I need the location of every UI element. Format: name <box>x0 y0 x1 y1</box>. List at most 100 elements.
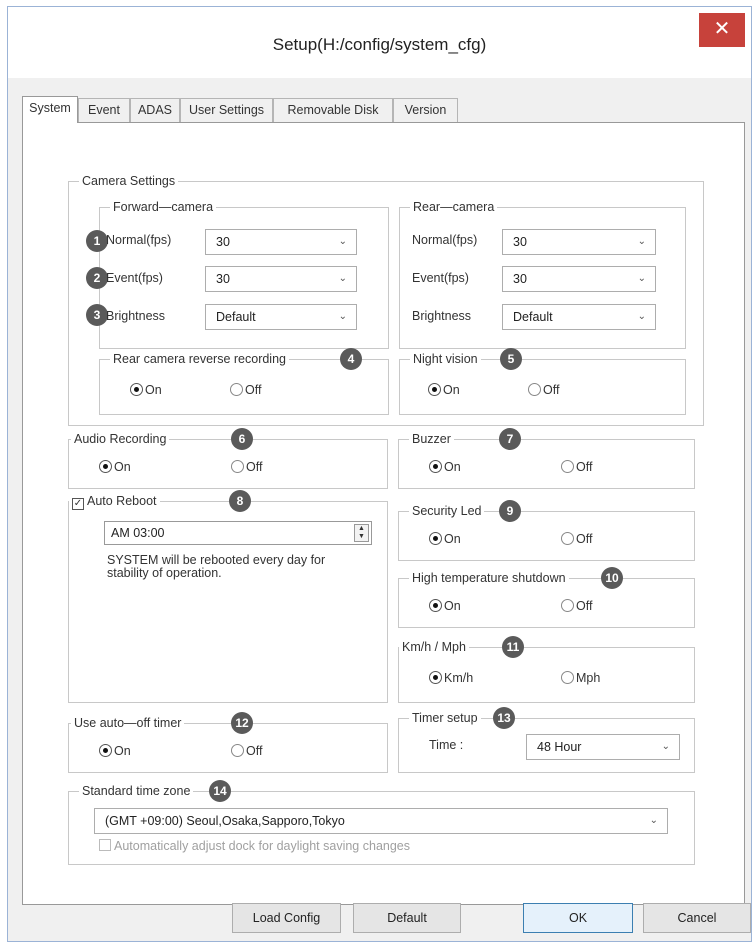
buzzer-on-radio[interactable]: On <box>429 460 461 474</box>
badge-14: 14 <box>209 780 231 802</box>
title-bar: Setup(H:/config/system_cfg) ✕ <box>8 7 751 78</box>
security-led-on-radio[interactable]: On <box>429 532 461 546</box>
badge-10: 10 <box>601 567 623 589</box>
forward-normal-fps-select[interactable]: 30 ⌄ <box>205 229 357 255</box>
time-zone-legend: Standard time zone <box>79 783 194 799</box>
badge-7: 7 <box>499 428 521 450</box>
dst-adjust-checkbox[interactable]: Automatically adjust dock for daylight s… <box>99 839 410 853</box>
night-vision-group: Night vision 5 On Off <box>399 348 686 415</box>
night-vision-off-radio[interactable]: Off <box>528 383 559 397</box>
tab-user-settings[interactable]: User Settings <box>180 98 273 122</box>
reboot-time-spinner[interactable]: AM 03:00 ▲ ▼ <box>104 521 372 545</box>
radio-selected-icon <box>429 599 442 612</box>
auto-off-on-radio[interactable]: On <box>99 744 131 758</box>
forward-event-fps-select[interactable]: 30 ⌄ <box>205 266 357 292</box>
tab-version[interactable]: Version <box>393 98 458 122</box>
tab-system[interactable]: System <box>22 96 78 123</box>
buzzer-legend: Buzzer <box>409 431 454 447</box>
rear-reverse-on-radio[interactable]: On <box>130 383 162 397</box>
high-temp-off-radio[interactable]: Off <box>561 599 592 613</box>
spin-up-icon: ▲ <box>358 525 365 532</box>
high-temp-on-radio[interactable]: On <box>429 599 461 613</box>
chevron-down-icon: ⌄ <box>637 236 646 247</box>
audio-recording-group: Audio Recording 6 On Off <box>68 428 388 489</box>
forward-brightness-label: Brightness <box>106 309 166 323</box>
rear-event-fps-select[interactable]: 30 ⌄ <box>502 266 656 292</box>
load-config-button[interactable]: Load Config <box>232 903 341 933</box>
forward-event-value: 30 <box>216 272 230 286</box>
close-icon: ✕ <box>713 18 731 40</box>
rear-event-value: 30 <box>513 272 527 286</box>
timer-time-label: Time : <box>429 738 464 752</box>
timer-hours-value: 48 Hour <box>537 740 582 754</box>
dst-adjust-label: Automatically adjust dock for daylight s… <box>114 839 410 853</box>
night-vision-legend: Night vision <box>410 351 481 367</box>
speed-mph-radio[interactable]: Mph <box>561 671 600 685</box>
security-led-off-radio[interactable]: Off <box>561 532 592 546</box>
auto-off-off-label: Off <box>246 744 263 758</box>
badge-11: 11 <box>502 636 524 658</box>
tab-removable-disk[interactable]: Removable Disk <box>273 98 393 122</box>
badge-12: 12 <box>231 712 253 734</box>
auto-reboot-note-line-2: stability of operation. <box>107 566 222 580</box>
chevron-down-icon: ⌄ <box>338 273 347 284</box>
auto-reboot-legend[interactable]: ✓ Auto Reboot <box>69 493 160 510</box>
auto-reboot-note: SYSTEM will be rebooted every day for st… <box>107 554 377 580</box>
auto-off-timer-group: Use auto—off timer 12 On Off <box>68 712 388 773</box>
speed-unit-group: Km/h / Mph 11 Km/h Mph <box>398 636 695 703</box>
rear-normal-fps-select[interactable]: 30 ⌄ <box>502 229 656 255</box>
reboot-time-value: AM 03:00 <box>111 526 165 540</box>
speed-kmh-radio[interactable]: Km/h <box>429 671 473 685</box>
audio-off-label: Off <box>246 460 263 474</box>
tab-adas[interactable]: ADAS <box>130 98 180 122</box>
default-button[interactable]: Default <box>353 903 461 933</box>
high-temp-off-label: Off <box>576 599 593 613</box>
auto-reboot-checkbox[interactable]: ✓ <box>72 498 84 510</box>
auto-off-off-radio[interactable]: Off <box>231 744 262 758</box>
buzzer-off-radio[interactable]: Off <box>561 460 592 474</box>
radio-selected-icon <box>429 532 442 545</box>
badge-8: 8 <box>229 490 251 512</box>
radio-selected-icon <box>428 383 441 396</box>
spinner-arrows-icon[interactable]: ▲ ▼ <box>354 524 369 542</box>
audio-off-radio[interactable]: Off <box>231 460 262 474</box>
time-zone-group: Standard time zone 14 (GMT +09:00) Seoul… <box>68 780 695 865</box>
buzzer-off-label: Off <box>576 460 593 474</box>
chevron-down-icon: ⌄ <box>661 741 670 752</box>
security-led-legend: Security Led <box>409 503 485 519</box>
ok-button[interactable]: OK <box>523 903 633 933</box>
rear-reverse-off-label: Off <box>245 383 262 397</box>
rear-reverse-off-radio[interactable]: Off <box>230 383 261 397</box>
badge-5: 5 <box>500 348 522 370</box>
close-button[interactable]: ✕ <box>699 13 745 47</box>
security-led-off-label: Off <box>576 532 593 546</box>
system-panel: Camera Settings Forward—camera 1 Normal(… <box>22 122 745 905</box>
timer-hours-select[interactable]: 48 Hour ⌄ <box>526 734 680 760</box>
buzzer-group: Buzzer 7 On Off <box>398 428 695 489</box>
auto-reboot-note-line-1: SYSTEM will be rebooted every day for <box>107 553 326 567</box>
forward-camera-group: Forward—camera 1 Normal(fps) 30 ⌄ 2 Event… <box>86 199 389 349</box>
radio-unselected-icon <box>561 532 574 545</box>
badge-13: 13 <box>493 707 515 729</box>
audio-on-radio[interactable]: On <box>99 460 131 474</box>
radio-unselected-icon <box>230 383 243 396</box>
unchecked-box-icon <box>99 839 111 851</box>
badge-1: 1 <box>86 230 108 252</box>
cancel-button[interactable]: Cancel <box>643 903 751 933</box>
high-temp-legend: High temperature shutdown <box>409 570 569 586</box>
rear-reverse-recording-group: Rear camera reverse recording 4 On Off <box>99 348 389 415</box>
camera-settings-group: Camera Settings Forward—camera 1 Normal(… <box>68 173 704 426</box>
auto-reboot-group: ✓ Auto Reboot 8 AM 03:00 ▲ ▼ SYSTEM will b… <box>68 490 388 703</box>
rear-brightness-select[interactable]: Default ⌄ <box>502 304 656 330</box>
time-zone-select[interactable]: (GMT +09:00) Seoul,Osaka,Sapporo,Tokyo ⌄ <box>94 808 668 834</box>
high-temp-shutdown-group: High temperature shutdown 10 On Off <box>398 567 695 628</box>
audio-on-label: On <box>114 460 131 474</box>
forward-brightness-select[interactable]: Default ⌄ <box>205 304 357 330</box>
audio-recording-legend: Audio Recording <box>71 431 170 447</box>
tab-event[interactable]: Event <box>78 98 130 122</box>
night-vision-on-radio[interactable]: On <box>428 383 460 397</box>
badge-3: 3 <box>86 304 108 326</box>
speed-kmh-label: Km/h <box>444 671 474 685</box>
security-led-on-label: On <box>444 532 461 546</box>
auto-reboot-label: Auto Reboot <box>87 494 157 508</box>
